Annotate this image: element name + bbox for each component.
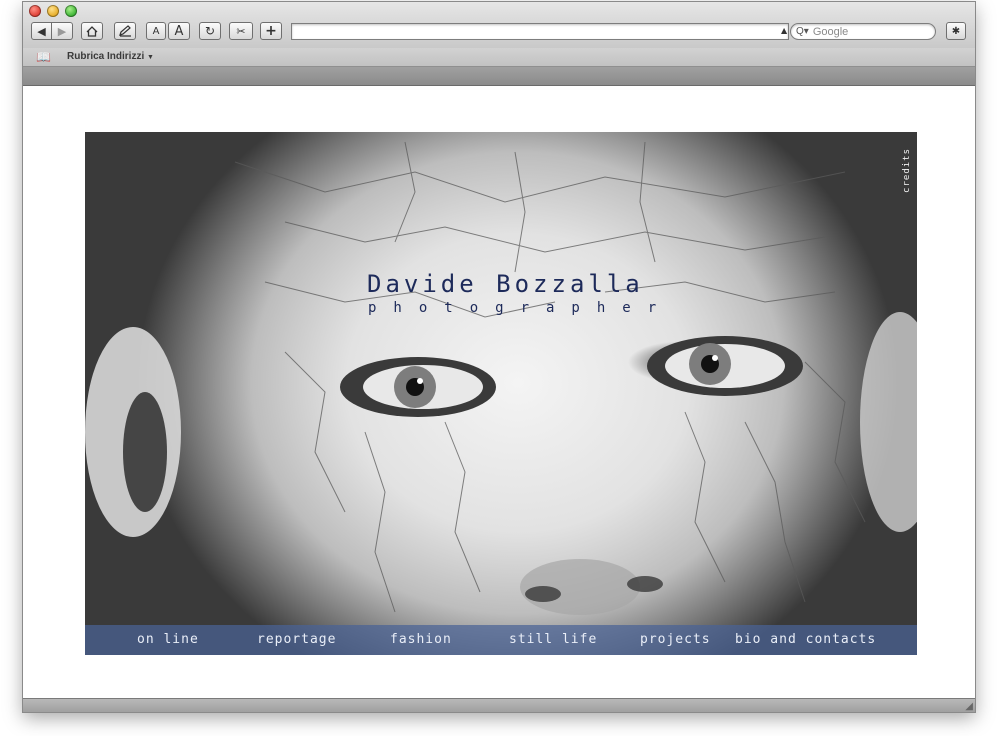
bookmarks-book-icon[interactable]: 📖 <box>36 50 51 64</box>
site-title: Davide Bozzalla <box>367 270 644 298</box>
credits-link[interactable]: credits <box>902 148 912 193</box>
reload-icon: ↻ <box>204 24 216 38</box>
home-icon <box>86 25 98 37</box>
bookmarks-item-rubrica[interactable]: Rubrica Indirizzi ▼ <box>67 51 154 62</box>
hero-photo: credits Davide Bozzalla photographer on … <box>85 132 917 655</box>
pencil-icon <box>118 25 131 37</box>
resize-grip-icon[interactable]: ◢ <box>965 701 973 712</box>
site-subtitle: photographer <box>368 300 674 316</box>
add-bookmark-button[interactable]: + <box>260 22 282 40</box>
main-nav: on line reportage fashion still life pro… <box>85 625 917 655</box>
nav-item-still-life[interactable]: still life <box>509 632 597 647</box>
bug-icon: ✱ <box>951 25 961 37</box>
nav-item-bio-and-contacts[interactable]: bio and contacts <box>735 632 876 647</box>
nav-item-projects[interactable]: projects <box>640 632 711 647</box>
search-icon: Q▾ <box>796 26 809 37</box>
tab-strip <box>23 67 975 86</box>
address-dropdown-icon[interactable]: ▲ <box>781 26 787 35</box>
bookmarks-item-label: Rubrica Indirizzi <box>67 51 145 62</box>
status-bar: ◢ <box>23 698 975 712</box>
home-button[interactable] <box>81 22 103 40</box>
text-smaller-button[interactable]: A <box>146 22 166 40</box>
bookmarks-bar: 📖 Rubrica Indirizzi ▼ <box>23 48 975 67</box>
nav-item-fashion[interactable]: fashion <box>390 632 452 647</box>
text-larger-button[interactable]: A <box>168 22 190 40</box>
reload-button[interactable]: ↻ <box>199 22 221 40</box>
page-content: credits Davide Bozzalla photographer on … <box>23 86 975 698</box>
back-forward-group: ◀ ▶ <box>31 22 73 40</box>
close-window-icon[interactable] <box>29 5 41 17</box>
edit-button[interactable] <box>114 22 136 40</box>
browser-window: ◀ ▶ A A ↻ ✂ + ▲ Q▾ Google ✱ 📖 Rubrica In… <box>23 2 975 712</box>
search-placeholder: Google <box>812 25 849 38</box>
minimize-window-icon[interactable] <box>47 5 59 17</box>
nav-item-on-line[interactable]: on line <box>137 632 199 647</box>
address-field[interactable] <box>291 23 789 40</box>
scissors-icon: ✂ <box>236 24 246 38</box>
back-arrow-icon: ◀ <box>37 24 46 38</box>
forward-button[interactable]: ▶ <box>52 22 73 40</box>
back-button[interactable]: ◀ <box>31 22 52 40</box>
search-field[interactable]: Q▾ Google <box>790 23 936 40</box>
bug-report-button[interactable]: ✱ <box>946 22 966 40</box>
text-smaller-icon: A <box>152 25 160 37</box>
face-photo-illustration <box>85 141 917 615</box>
chevron-down-icon: ▼ <box>147 54 154 61</box>
zoom-window-icon[interactable] <box>65 5 77 17</box>
plus-icon: + <box>265 23 277 39</box>
browser-toolbar: ◀ ▶ A A ↻ ✂ + ▲ Q▾ Google ✱ <box>23 2 975 49</box>
nav-item-reportage[interactable]: reportage <box>257 632 336 647</box>
snapback-button[interactable]: ✂ <box>229 22 253 40</box>
text-larger-icon: A <box>174 23 184 39</box>
forward-arrow-icon: ▶ <box>57 24 67 38</box>
